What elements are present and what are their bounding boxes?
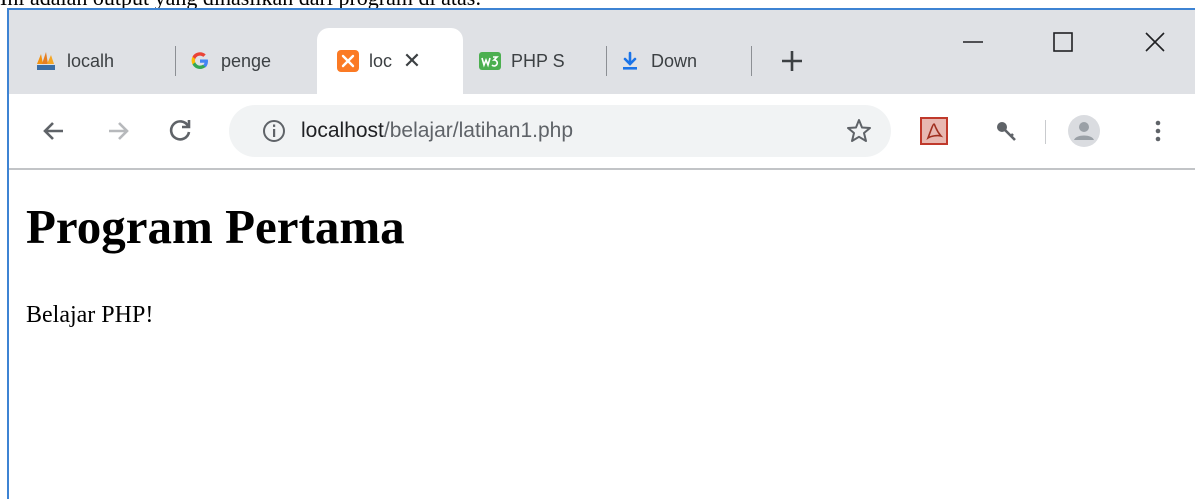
menu-dots-icon[interactable]	[1143, 116, 1173, 146]
back-arrow-icon[interactable]	[39, 116, 69, 146]
google-icon	[191, 52, 208, 69]
tab-title: penge	[221, 50, 272, 71]
tab-phpmyadmin[interactable]: localh	[35, 28, 171, 94]
minimize-icon[interactable]	[955, 24, 991, 60]
tab-title: localh	[67, 50, 115, 71]
toolbar-divider	[1045, 120, 1046, 144]
bookmark-star-icon[interactable]	[845, 117, 873, 145]
toolbar: localhost/belajar/latihan1.php	[9, 94, 1195, 170]
info-icon[interactable]	[261, 118, 287, 144]
xampp-icon	[337, 50, 359, 72]
tab-w3schools[interactable]: PHP S	[479, 28, 595, 94]
tab-divider	[751, 46, 752, 76]
pdf-extension-icon[interactable]	[919, 116, 949, 146]
phpmyadmin-icon	[37, 52, 55, 70]
profile-avatar-icon[interactable]	[1067, 114, 1101, 148]
tab-download[interactable]: Down	[619, 28, 739, 94]
address-bar[interactable]: localhost/belajar/latihan1.php	[229, 105, 891, 157]
tab-xampp-active[interactable]: loc ✕	[317, 28, 463, 94]
tab-divider	[606, 46, 607, 76]
tab-divider	[175, 46, 176, 76]
reload-icon[interactable]	[165, 116, 195, 146]
close-tab-icon[interactable]: ✕	[402, 48, 422, 74]
tab-title: PHP S	[511, 50, 565, 71]
new-tab-button[interactable]	[777, 46, 807, 76]
browser-window: localh penge loc ✕ PHP S Down localhost/…	[7, 8, 1195, 499]
page-content: Program Pertama Belajar PHP!	[9, 170, 1195, 499]
download-icon	[623, 51, 637, 70]
key-icon[interactable]	[991, 116, 1021, 146]
url-path: /belajar/latihan1.php	[383, 119, 574, 142]
tab-google[interactable]: penge	[189, 28, 309, 94]
w3schools-icon	[479, 52, 501, 70]
page-heading: Program Pertama	[26, 199, 405, 254]
tab-title: loc	[369, 50, 393, 71]
tab-title: Down	[651, 50, 698, 71]
forward-arrow-icon[interactable]	[103, 116, 133, 146]
maximize-icon[interactable]	[1045, 24, 1081, 60]
url-host: localhost	[301, 119, 384, 142]
caption-text: Ini adalah output yang dihasilkan dari p…	[0, 0, 1195, 8]
tab-strip: localh penge loc ✕ PHP S Down	[9, 10, 1195, 94]
url-text: localhost/belajar/latihan1.php	[301, 119, 573, 143]
close-window-icon[interactable]	[1137, 24, 1173, 60]
page-paragraph: Belajar PHP!	[26, 302, 154, 328]
